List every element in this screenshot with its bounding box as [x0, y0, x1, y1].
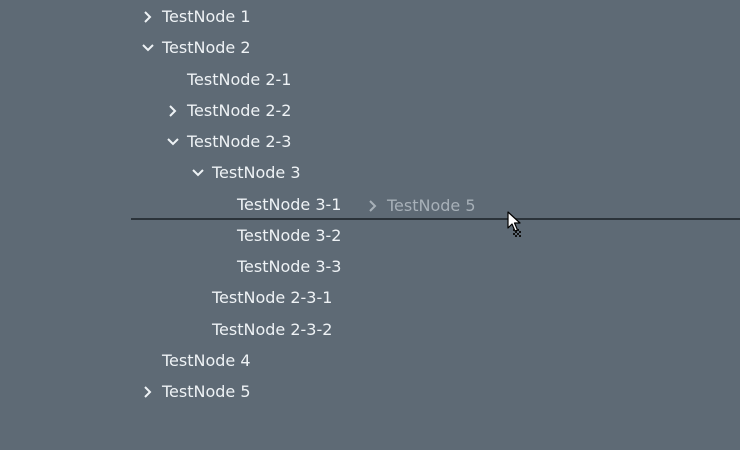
chevron-right-icon[interactable]	[141, 10, 155, 24]
tree-node-label: TestNode 3-1	[237, 194, 342, 214]
tree-node-label: TestNode 4	[162, 350, 251, 370]
tree-node-n2-3-2[interactable]: TestNode 2-3-2	[0, 318, 740, 342]
tree-view: TestNode 1 TestNode 2 TestNode 2-1 TestNode…	[0, 0, 740, 450]
drag-ghost-label: TestNode 5	[387, 196, 476, 215]
tree-node-label: TestNode 2-3-2	[212, 319, 333, 339]
tree-node-label: TestNode 2-3-1	[212, 288, 333, 308]
tree-node-label: TestNode 3	[212, 163, 301, 183]
tree-node-n3[interactable]: TestNode 3	[0, 161, 740, 185]
tree-node-n3-3[interactable]: TestNode 3-3	[0, 255, 740, 279]
tree-node-n2-3[interactable]: TestNode 2-3	[0, 130, 740, 154]
chevron-down-icon[interactable]	[166, 135, 180, 149]
chevron-down-icon[interactable]	[191, 166, 205, 180]
tree-node-n5[interactable]: TestNode 5	[0, 380, 740, 404]
tree-node-label: TestNode 2-1	[187, 69, 292, 89]
tree-node-label: TestNode 5	[162, 382, 251, 401]
drop-indicator-line	[131, 218, 740, 220]
chevron-right-icon[interactable]	[141, 385, 155, 399]
chevron-right-icon	[366, 199, 380, 213]
tree-node-n1[interactable]: TestNode 1	[0, 5, 740, 29]
tree-node-label: TestNode 1	[162, 7, 251, 26]
tree-node-label: TestNode 2-3	[187, 132, 292, 151]
tree-node-label: TestNode 3-2	[237, 225, 342, 245]
chevron-down-icon[interactable]	[141, 41, 155, 55]
tree-node-label: TestNode 2	[162, 38, 251, 58]
tree-node-n2-2[interactable]: TestNode 2-2	[0, 99, 740, 123]
tree-node-n4[interactable]: TestNode 4	[0, 349, 740, 373]
drag-cursor-icon	[507, 211, 521, 237]
tree-node-label: TestNode 3-3	[237, 257, 342, 276]
tree-node-label: TestNode 2-2	[187, 100, 292, 120]
tree-node-n2-3-1[interactable]: TestNode 2-3-1	[0, 286, 740, 310]
tree-node-n3-2[interactable]: TestNode 3-2	[0, 224, 740, 248]
chevron-right-icon[interactable]	[166, 104, 180, 118]
tree-node-n2-1[interactable]: TestNode 2-1	[0, 68, 740, 92]
tree-node-n2[interactable]: TestNode 2	[0, 36, 740, 60]
